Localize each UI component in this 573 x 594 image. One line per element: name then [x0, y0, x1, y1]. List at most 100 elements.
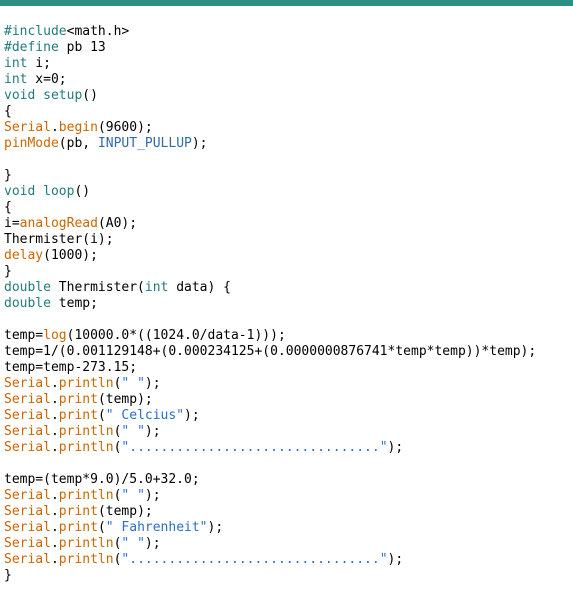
type-void: void — [4, 184, 35, 199]
method-println: println — [59, 440, 114, 455]
parens: () — [74, 184, 90, 199]
blank-line — [4, 152, 12, 167]
paren-close: ); — [82, 248, 98, 263]
decl: x=0; — [27, 72, 66, 87]
serial-obj: Serial — [4, 440, 51, 455]
dot: . — [51, 536, 59, 551]
line: #include<math.h> — [4, 24, 129, 39]
dot: . — [51, 424, 59, 439]
line: temp=1/(0.001129148+(0.000234125+(0.0000… — [4, 344, 536, 359]
paren-open: ( — [98, 392, 106, 407]
serial-obj: Serial — [4, 536, 51, 551]
method-print: print — [59, 408, 98, 423]
paren-open: ( — [98, 408, 106, 423]
string-literal: " " — [121, 488, 144, 503]
line: Serial.print(temp); — [4, 504, 153, 519]
arg-temp: temp — [106, 504, 137, 519]
brace-close: } — [4, 568, 12, 583]
serial-obj: Serial — [4, 392, 51, 407]
line: Serial.print(temp); — [4, 392, 153, 407]
line: temp=temp-273.15; — [4, 360, 137, 375]
paren-close: ); — [184, 408, 200, 423]
method-print: print — [59, 520, 98, 535]
string-literal: " " — [121, 376, 144, 391]
paren-close: ); — [145, 488, 161, 503]
dot: . — [51, 392, 59, 407]
fn-analogread: analogRead — [20, 216, 98, 231]
line: #define pb 13 — [4, 40, 106, 55]
string-literal: "................................" — [121, 552, 387, 567]
expr: (10000.0*((1024.0/data-1))); — [67, 328, 286, 343]
string-literal: " " — [121, 536, 144, 551]
line: temp=log(10000.0*((1024.0/data-1))); — [4, 328, 286, 343]
line: Serial.println(" "); — [4, 424, 161, 439]
paren-close: ); — [145, 424, 161, 439]
line: Serial.println("........................… — [4, 440, 403, 455]
paren-close: ); — [145, 536, 161, 551]
method-println: println — [59, 536, 114, 551]
method-println: println — [59, 376, 114, 391]
dot: . — [51, 376, 59, 391]
line: } — [4, 168, 12, 183]
code-editor: #include<math.h> #define pb 13 int i; in… — [0, 6, 573, 594]
type-int: int — [4, 72, 27, 87]
line: } — [4, 264, 12, 279]
line: Serial.println("........................… — [4, 552, 403, 567]
paren-close: ); — [192, 136, 208, 151]
paren-open: ( — [98, 120, 106, 135]
parens: () — [82, 88, 98, 103]
string-literal: " " — [121, 424, 144, 439]
keyword-define: #define — [4, 40, 59, 55]
line: Serial.println(" "); — [4, 488, 161, 503]
macro-name: pb — [59, 40, 90, 55]
line: i=analogRead(A0); — [4, 216, 137, 231]
line: int x=0; — [4, 72, 67, 87]
arg-temp: temp — [106, 392, 137, 407]
fn-name: Thermister( — [51, 280, 145, 295]
method-println: println — [59, 488, 114, 503]
angle-close: > — [121, 24, 129, 39]
line: Serial.println(" "); — [4, 376, 161, 391]
line: void setup() — [4, 88, 98, 103]
brace-close: } — [4, 168, 12, 183]
line: pinMode(pb, INPUT_PULLUP); — [4, 136, 208, 151]
paren-close: ); — [121, 216, 137, 231]
expr: temp=1/(0.001129148+(0.000234125+(0.0000… — [4, 344, 536, 359]
string-literal: " Fahrenheit" — [106, 520, 208, 535]
method-println: println — [59, 424, 114, 439]
serial-obj: Serial — [4, 424, 51, 439]
string-literal: " Celcius" — [106, 408, 184, 423]
string-literal: "................................" — [121, 440, 387, 455]
decl: temp; — [51, 296, 98, 311]
line: int i; — [4, 56, 51, 71]
type-int: int — [4, 56, 27, 71]
line: { — [4, 104, 12, 119]
brace-open: { — [4, 104, 12, 119]
line: double Thermister(int data) { — [4, 280, 231, 295]
serial-obj: Serial — [4, 120, 51, 135]
line: Thermister(i); — [4, 232, 114, 247]
method-println: println — [59, 552, 114, 567]
method-print: print — [59, 392, 98, 407]
expr: temp=(temp*9.0)/5.0+32.0; — [4, 472, 200, 487]
paren-close: ); — [137, 504, 153, 519]
dot: . — [51, 520, 59, 535]
fn-log: log — [43, 328, 66, 343]
line: delay(1000); — [4, 248, 98, 263]
header-name: math.h — [74, 24, 121, 39]
method-begin: begin — [59, 120, 98, 135]
serial-obj: Serial — [4, 552, 51, 567]
fn-pinmode: pinMode — [4, 136, 59, 151]
blank-line — [4, 312, 12, 327]
brace-close: } — [4, 264, 12, 279]
line: { — [4, 200, 12, 215]
line: Serial.print(" Fahrenheit"); — [4, 520, 223, 535]
call-thermister: Thermister(i); — [4, 232, 114, 247]
keyword-include: #include — [4, 24, 67, 39]
type-void: void — [4, 88, 35, 103]
arg-a0: A0 — [106, 216, 122, 231]
serial-obj: Serial — [4, 520, 51, 535]
assign: temp= — [4, 328, 43, 343]
serial-obj: Serial — [4, 376, 51, 391]
paren-close: ); — [208, 520, 224, 535]
